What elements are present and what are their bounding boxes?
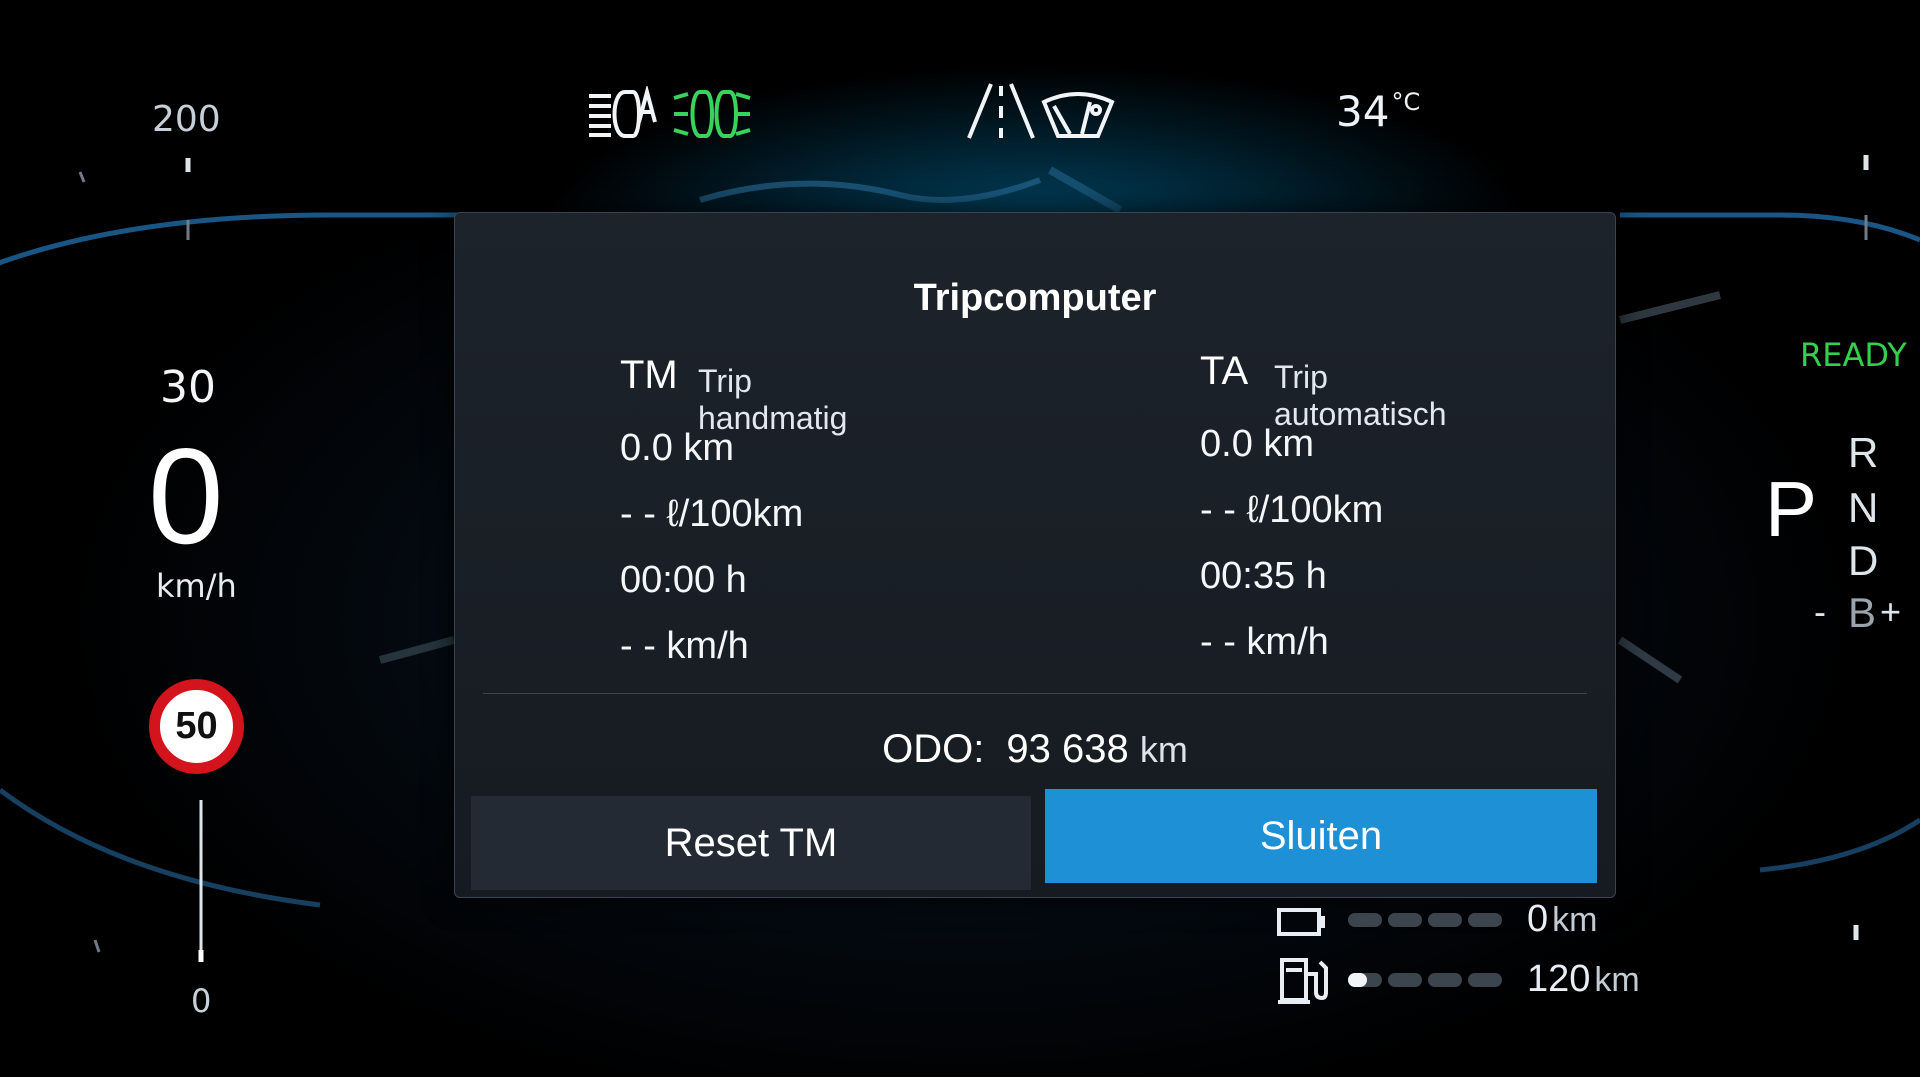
current-speed: 0 — [148, 420, 224, 572]
fuel-range-value: 120 — [1527, 958, 1591, 1000]
trip-manual-abbr: TM — [620, 353, 678, 397]
speed-limit-value: 50 — [175, 705, 218, 747]
electric-range-value: 0 — [1527, 898, 1549, 940]
battery-icon — [1277, 908, 1325, 936]
trip-auto-name: Trip automatisch — [1274, 359, 1447, 432]
speed-scale-bottom: 0 — [191, 982, 212, 1020]
b-mode-plus: + — [1880, 591, 1902, 632]
ready-indicator: READY — [1800, 336, 1907, 374]
dialog-divider — [483, 693, 1587, 694]
speed-scale-top: 200 — [152, 99, 221, 140]
odometer-unit: km — [1139, 729, 1188, 770]
odometer-label: ODO: — [882, 727, 985, 771]
trip-auto-avg-speed: - - km/h — [1200, 621, 1329, 663]
trip-manual-column: TM Trip handmatig 0.0 km - - ℓ/100km 00:… — [620, 353, 847, 679]
fuel-range: 120 km — [1527, 960, 1640, 998]
dialog-title: Tripcomputer — [913, 277, 1157, 319]
odometer: ODO: 93 638 km — [455, 727, 1615, 772]
trip-auto-consumption: - - ℓ/100km — [1200, 489, 1384, 531]
electric-range-unit: km — [1552, 901, 1598, 939]
speed-limit-sign: 50 — [149, 679, 244, 774]
trip-computer-dialog: Tripcomputer TM Trip handmatig 0.0 km - … — [454, 212, 1616, 898]
gear-b: B — [1848, 589, 1877, 636]
fuel-range-fill — [1348, 973, 1367, 987]
electric-range-bar — [1348, 913, 1503, 927]
trip-manual-header: TM Trip handmatig — [620, 353, 847, 436]
reset-tm-button[interactable]: Reset TM — [471, 796, 1031, 890]
speed-unit: km/h — [156, 567, 237, 605]
odometer-value: 93 638 — [1006, 727, 1129, 771]
current-gear: P — [1765, 465, 1818, 553]
trip-auto-abbr: TA — [1200, 349, 1249, 393]
trip-manual-name: Trip handmatig — [698, 363, 848, 436]
electric-range: 0 km — [1527, 900, 1597, 938]
trip-auto-column: TA Trip automatisch 0.0 km - - ℓ/100km 0… — [1200, 349, 1447, 675]
auto-high-beam-icon — [589, 86, 657, 138]
trip-auto-time: 00:35 h — [1200, 555, 1327, 597]
fuel-range-unit: km — [1594, 961, 1640, 999]
trip-manual-consumption: - - ℓ/100km — [620, 493, 804, 535]
close-button[interactable]: Sluiten — [1045, 789, 1597, 883]
trip-auto-header: TA Trip automatisch — [1200, 349, 1447, 432]
speed-secondary-value: 30 — [160, 362, 216, 413]
parking-lights-icon — [673, 90, 751, 138]
lane-assist-icon — [967, 83, 1035, 139]
gear-r: R — [1848, 429, 1879, 476]
fuel-pump-icon — [1278, 958, 1328, 1004]
outside-temperature: 34°C — [1336, 87, 1421, 136]
gear-d: D — [1848, 537, 1879, 584]
instrument-cluster: 34°C 200 0 30 0 km/h 50 READY P R N D - … — [0, 0, 1920, 1077]
wiper-auto-icon — [1041, 92, 1115, 138]
b-mode-minus: - — [1814, 591, 1826, 632]
fuel-range-bar — [1348, 973, 1503, 987]
trip-manual-time: 00:00 h — [620, 559, 747, 601]
trip-manual-avg-speed: - - km/h — [620, 625, 749, 667]
gear-n: N — [1848, 484, 1879, 531]
